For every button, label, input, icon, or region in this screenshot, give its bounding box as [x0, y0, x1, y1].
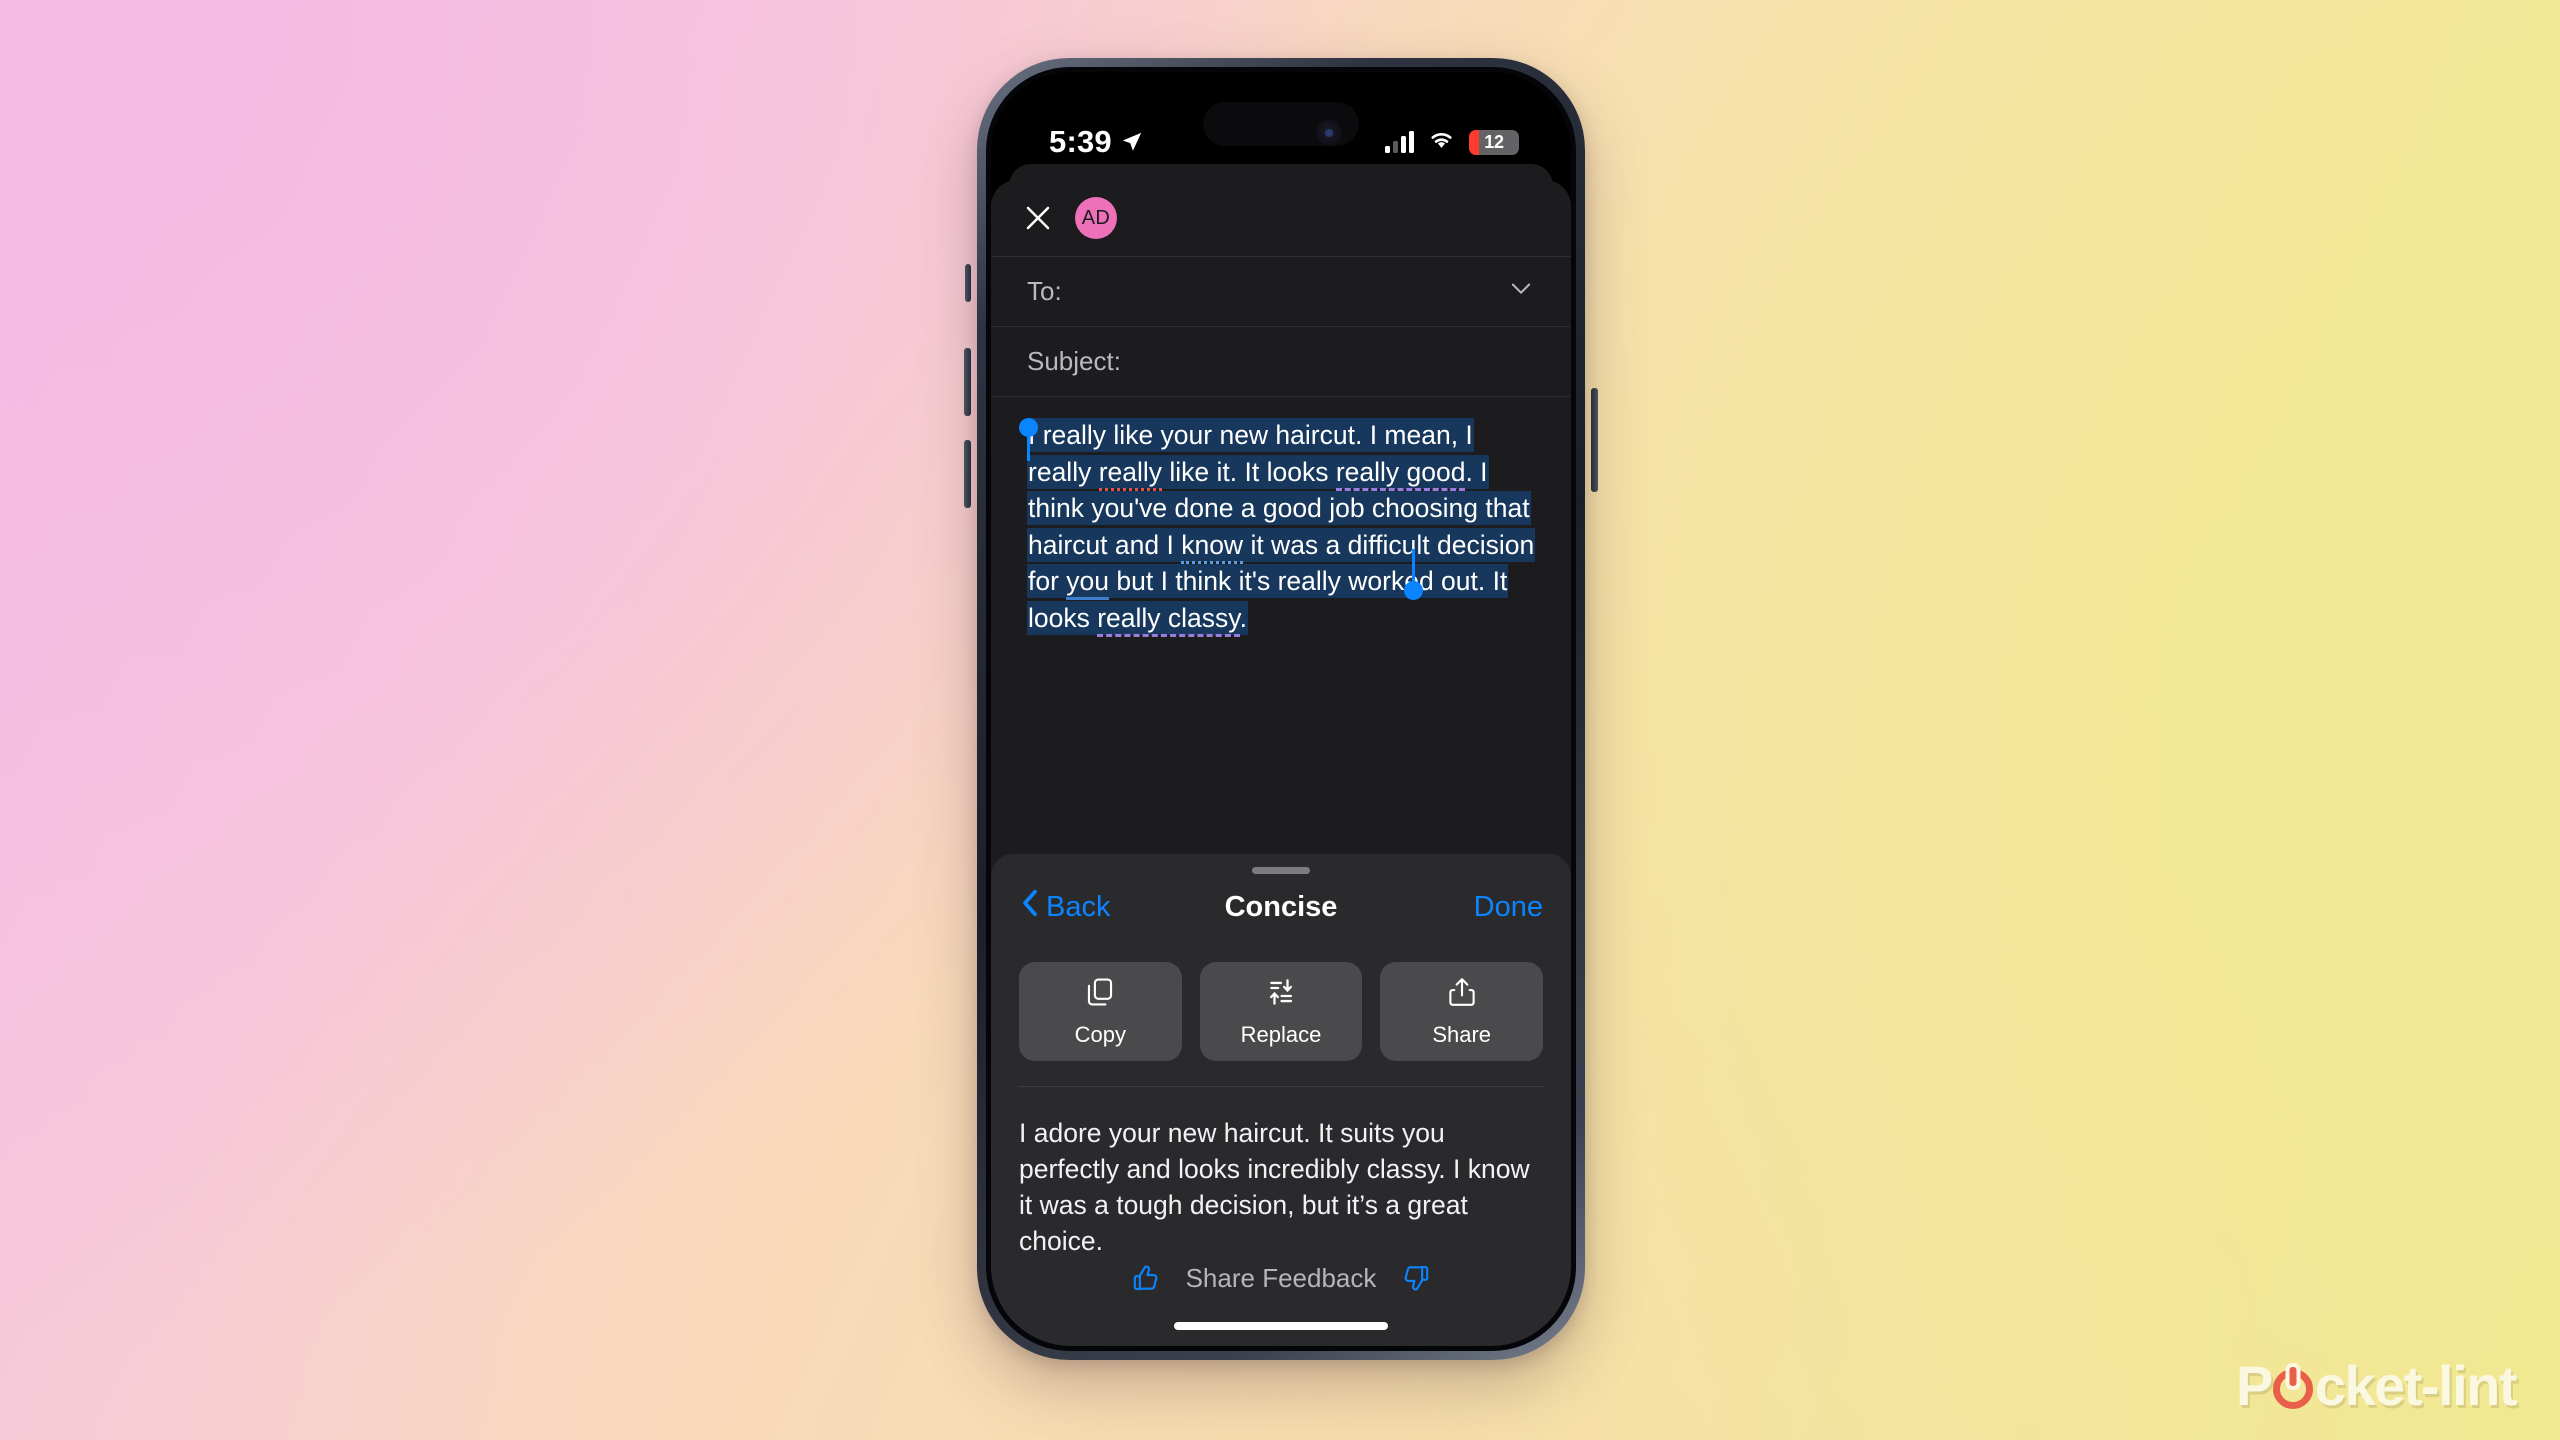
thumbs-up-icon[interactable] — [1130, 1262, 1162, 1294]
body-segment-grammar: really classy — [1097, 602, 1240, 637]
power-button[interactable] — [1591, 388, 1598, 492]
body-segment: . — [1239, 602, 1247, 633]
compose-body-text[interactable]: I really like your new haircut. I mean, … — [1027, 418, 1536, 637]
body-segment-hint: know — [1181, 529, 1244, 564]
battery-indicator: 12 — [1469, 129, 1519, 155]
wifi-icon — [1427, 129, 1456, 156]
replace-icon — [1264, 975, 1298, 1014]
share-button[interactable]: Share — [1380, 962, 1544, 1061]
body-segment: like it. It looks — [1162, 456, 1336, 487]
writing-tools-actions: Copy Replace Share — [991, 940, 1571, 1061]
status-indicators: 12 — [1385, 129, 1519, 156]
subject-label: Subject: — [1027, 346, 1121, 376]
back-button[interactable]: Back — [1019, 888, 1110, 926]
sheet-grabber[interactable] — [1252, 867, 1310, 874]
share-icon — [1445, 975, 1479, 1014]
selection-end-handle[interactable] — [1404, 581, 1423, 600]
home-indicator[interactable] — [1174, 1322, 1388, 1330]
thumbs-down-icon[interactable] — [1400, 1262, 1432, 1294]
watermark-text-after: cket-lint — [2314, 1354, 2518, 1417]
phone-device-frame: 5:39 12 AD To: Subject: I really like yo… — [964, 58, 1598, 1360]
avatar[interactable]: AD — [1075, 197, 1117, 239]
power-icon — [2272, 1368, 2313, 1409]
to-field-row[interactable]: To: — [991, 256, 1571, 326]
cellular-signal-icon — [1385, 131, 1414, 153]
selection-end-bar — [1412, 549, 1415, 583]
compose-header: AD — [991, 180, 1571, 256]
status-time: 5:39 — [1049, 124, 1112, 159]
phone-screen: 5:39 12 AD To: Subject: I really like yo… — [991, 72, 1571, 1346]
done-button[interactable]: Done — [1474, 891, 1543, 924]
subject-field-row[interactable]: Subject: — [991, 326, 1571, 396]
share-button-label: Share — [1432, 1022, 1492, 1047]
pocket-lint-watermark: P cket-lint — [2235, 1353, 2518, 1418]
copy-button[interactable]: Copy — [1019, 962, 1182, 1061]
location-arrow-icon — [1121, 131, 1143, 153]
volume-up-button[interactable] — [964, 348, 971, 416]
chevron-down-icon[interactable] — [1507, 274, 1535, 309]
body-segment-grammar: really good — [1335, 456, 1466, 491]
copy-button-label: Copy — [1074, 1022, 1127, 1047]
copy-icon — [1083, 975, 1117, 1014]
writing-tools-nav: Back Concise Done — [991, 874, 1571, 940]
rewritten-result-text: I adore your new haircut. It suits you p… — [1019, 1118, 1530, 1256]
feedback-row: Share Feedback — [991, 1262, 1571, 1346]
battery-percent-label: 12 — [1484, 131, 1504, 152]
close-icon[interactable] — [1023, 203, 1053, 233]
body-segment-link: you — [1066, 566, 1110, 600]
volume-down-button[interactable] — [964, 440, 971, 508]
back-button-label: Back — [1046, 890, 1111, 923]
replace-button-label: Replace — [1240, 1022, 1322, 1047]
face-id-sensor — [1315, 120, 1342, 146]
body-segment-spelling: really — [1098, 456, 1163, 491]
writing-tools-sheet: Back Concise Done Copy Replace Share I a… — [991, 854, 1571, 1346]
to-label: To: — [1027, 276, 1062, 306]
watermark-text-before: P — [2235, 1354, 2273, 1417]
phone-bezel: 5:39 12 AD To: Subject: I really like yo… — [986, 67, 1576, 1351]
selection-start-handle[interactable] — [1019, 418, 1038, 437]
battery-fill — [1469, 129, 1479, 155]
replace-button[interactable]: Replace — [1199, 962, 1363, 1061]
chevron-left-icon — [1019, 888, 1041, 926]
silent-switch[interactable] — [965, 264, 971, 302]
share-feedback-label[interactable]: Share Feedback — [1186, 1263, 1377, 1294]
